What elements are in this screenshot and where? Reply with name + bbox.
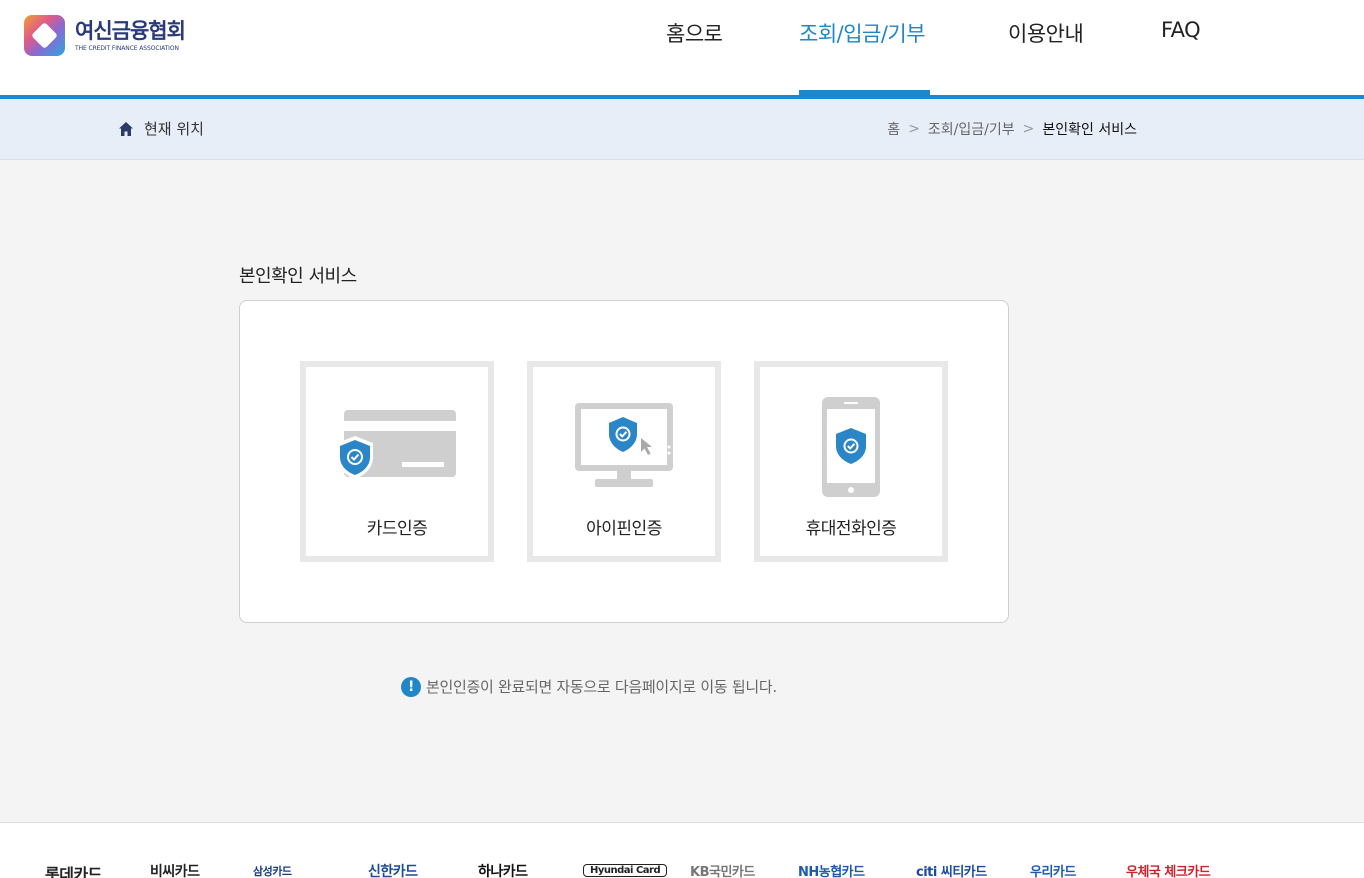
page-title: 본인확인 서비스 [239, 266, 357, 287]
mobile-auth-label: 휴대전화인증 [805, 519, 897, 539]
monitor-shield-icon [575, 403, 673, 487]
nav-home[interactable]: 홈으로 [666, 18, 723, 48]
brand-shinhan-card[interactable]: 신한카드 [368, 861, 418, 878]
brand-woori-card[interactable]: 우리카드 [1030, 861, 1076, 878]
phone-shield-icon [822, 397, 880, 497]
card-shield-icon [337, 410, 456, 479]
logo[interactable]: 여신금융협회 THE CREDIT FINANCE ASSOCIATION [24, 15, 186, 56]
footer: 롯데카드 비씨카드 삼성카드 신한카드 하나카드 Hyundai Card KB… [0, 822, 1364, 878]
current-location-label: 현재 위치 [144, 120, 204, 138]
brand-hyundai-card[interactable]: Hyundai Card [583, 864, 668, 877]
notice-text: 본인인증이 완료되면 자동으로 다음페이지로 이동 됩니다. [426, 678, 777, 696]
brand-bc-card[interactable]: 비씨카드 [150, 861, 200, 878]
brand-citi-card[interactable]: citi 씨티카드 [916, 861, 987, 878]
auto-redirect-notice: ! 본인인증이 완료되면 자동으로 다음페이지로 이동 됩니다. [401, 676, 777, 697]
brand-epost-check-card[interactable]: 우체국 체크카드 [1126, 861, 1211, 878]
card-company-logos: 롯데카드 비씨카드 삼성카드 신한카드 하나카드 Hyundai Card KB… [0, 861, 1364, 878]
brand-lotte-card[interactable]: 롯데카드 [45, 861, 102, 878]
nav-guide[interactable]: 이용안내 [1008, 18, 1084, 48]
verification-panel: 카드인증 아이핀인증 휴대전화인증 [239, 300, 1009, 623]
site-header: 여신금융협회 THE CREDIT FINANCE ASSOCIATION 홈으… [0, 0, 1364, 95]
brand-samsung-card[interactable]: 삼성카드 [253, 863, 292, 878]
breadcrumb-home[interactable]: 홈 [887, 119, 900, 139]
logo-subtitle: THE CREDIT FINANCE ASSOCIATION [75, 45, 179, 52]
breadcrumb-separator: > [1022, 121, 1035, 137]
card-auth-button[interactable]: 카드인증 [300, 361, 494, 562]
breadcrumb-current: 본인확인 서비스 [1042, 122, 1137, 138]
ipin-auth-label: 아이핀인증 [586, 519, 662, 539]
mobile-auth-button[interactable]: 휴대전화인증 [754, 361, 948, 562]
breadcrumb: 홈 > 조회/입금/기부 > 본인확인 서비스 [887, 119, 1137, 139]
logo-mark-icon [24, 15, 65, 56]
nav-faq[interactable]: FAQ [1161, 18, 1201, 42]
logo-title: 여신금융협회 [75, 19, 186, 43]
breadcrumb-inquiry[interactable]: 조회/입금/기부 [928, 119, 1015, 139]
breadcrumb-separator: > [908, 121, 920, 137]
brand-kb-card[interactable]: KB국민카드 [690, 861, 755, 878]
card-auth-label: 카드인증 [366, 519, 428, 539]
brand-hana-card[interactable]: 하나카드 [478, 861, 528, 878]
info-icon: ! [401, 676, 421, 697]
breadcrumb-bar: 현재 위치 홈 > 조회/입금/기부 > 본인확인 서비스 [0, 99, 1364, 160]
brand-nh-card[interactable]: NH농협카드 [798, 861, 865, 878]
ipin-auth-button[interactable]: 아이핀인증 [527, 361, 721, 562]
nav-inquiry-deposit-donation[interactable]: 조회/입금/기부 [799, 18, 926, 48]
home-icon [119, 121, 133, 136]
